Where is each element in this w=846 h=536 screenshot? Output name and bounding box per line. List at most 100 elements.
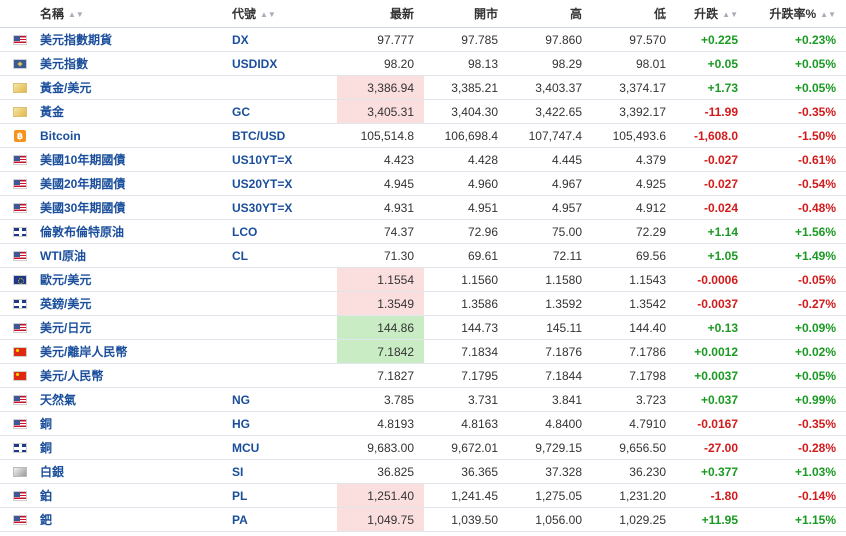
open-price: 1.1560 [424,267,508,292]
uk-flag-icon [13,227,27,238]
flag-cell [0,243,40,268]
flag-cell [0,171,40,196]
last-price: 7.1827 [337,363,424,388]
instrument-code[interactable]: NG [232,387,337,412]
instrument-name[interactable]: 美國20年期國債 [40,171,232,196]
sort-icon[interactable]: ▲▼ [722,10,738,19]
change-value: +0.05 [676,51,748,76]
change-value: +1.05 [676,243,748,268]
high-price: 3.841 [508,387,592,412]
change-value: -0.0167 [676,411,748,436]
last-price: 98.20 [337,51,424,76]
instrument-name[interactable]: 英鎊/美元 [40,291,232,316]
last-price: 1,251.40 [337,483,424,508]
table-row[interactable]: 美元/人民幣 7.1827 7.1795 7.1844 7.1798 +0.0037 +0.… [0,363,846,388]
instrument-name[interactable]: 美元指數 [40,51,232,76]
instrument-name[interactable]: 美元/日元 [40,315,232,340]
instrument-name[interactable]: 鈀 [40,507,232,532]
instrument-name[interactable]: 銅 [40,435,232,460]
instrument-code[interactable]: SI [232,459,337,484]
table-row[interactable]: 美元/離岸人民幣 7.1842 7.1834 7.1876 7.1786 +0.0012 +… [0,339,846,364]
instrument-code[interactable]: DX [232,27,337,52]
table-row[interactable]: 美元指數 USDIDX 98.20 98.13 98.29 98.01 +0.05 +0.05… [0,51,846,76]
instrument-name[interactable]: 白銀 [40,459,232,484]
instrument-code[interactable] [232,339,337,364]
silver-icon [13,467,27,478]
instrument-code[interactable]: USDIDX [232,51,337,76]
flag-header [0,0,40,28]
instrument-name[interactable]: WTI原油 [40,243,232,268]
header-change-pct[interactable]: 升跌率% ▲▼ [748,0,846,28]
instrument-code[interactable] [232,75,337,100]
instrument-name[interactable]: 銅 [40,411,232,436]
open-price: 1.3586 [424,291,508,316]
sort-icon[interactable]: ▲▼ [260,10,276,19]
instrument-code[interactable] [232,291,337,316]
change-value: +0.037 [676,387,748,412]
instrument-code[interactable]: US20YT=X [232,171,337,196]
instrument-code[interactable]: LCO [232,219,337,244]
sort-icon[interactable]: ▲▼ [68,10,84,19]
instrument-code[interactable]: PL [232,483,337,508]
instrument-code[interactable]: MCU [232,435,337,460]
instrument-code[interactable]: PA [232,507,337,532]
table-row[interactable]: 美國10年期國債 US10YT=X 4.423 4.428 4.445 4.379 -0.0… [0,147,846,172]
instrument-name[interactable]: 歐元/美元 [40,267,232,292]
change-percent: +0.05% [748,75,846,100]
instrument-code[interactable]: HG [232,411,337,436]
table-row[interactable]: WTI原油 CL 71.30 69.61 72.11 69.56 +1.05 +1.49% [0,243,846,268]
instrument-code[interactable] [232,267,337,292]
table-row[interactable]: 美元/日元 144.86 144.73 145.11 144.40 +0.13 +0.09% [0,315,846,340]
us-flag-icon [13,155,27,166]
header-high[interactable]: 高 [508,0,592,28]
instrument-name[interactable]: 美元/離岸人民幣 [40,339,232,364]
table-row[interactable]: 倫敦布倫特原油 LCO 74.37 72.96 75.00 72.29 +1.14 +1.56… [0,219,846,244]
open-price: 4.951 [424,195,508,220]
sort-icon[interactable]: ▲▼ [820,10,836,19]
instrument-name[interactable]: 美元/人民幣 [40,363,232,388]
us-flag-icon [13,251,27,262]
table-row[interactable]: 鈀 PA 1,049.75 1,039.50 1,056.00 1,029.25 +11.9… [0,507,846,532]
instrument-code[interactable]: US30YT=X [232,195,337,220]
flag-cell [0,387,40,412]
header-low[interactable]: 低 [592,0,676,28]
header-name[interactable]: 名稱 ▲▼ [40,0,232,28]
instrument-name[interactable]: 黃金/美元 [40,75,232,100]
instrument-name[interactable]: 鉑 [40,483,232,508]
instrument-name[interactable]: 美元指數期貨 [40,27,232,52]
open-price: 4.428 [424,147,508,172]
instrument-name[interactable]: 天然氣 [40,387,232,412]
table-row[interactable]: 黃金/美元 3,386.94 3,385.21 3,403.37 3,374.17 +1.… [0,75,846,100]
instrument-code[interactable]: BTC/USD [232,123,337,148]
instrument-code[interactable] [232,363,337,388]
instrument-code[interactable]: US10YT=X [232,147,337,172]
table-row[interactable]: 美元指數期貨 DX 97.777 97.785 97.860 97.570 +0.225 +0… [0,27,846,52]
change-value: +0.377 [676,459,748,484]
table-row[interactable]: 白銀 SI 36.825 36.365 37.328 36.230 +0.377 +1.03% [0,459,846,484]
header-last[interactable]: 最新 [337,0,424,28]
table-row[interactable]: 英鎊/美元 1.3549 1.3586 1.3592 1.3542 -0.0037 -0.2… [0,291,846,316]
instrument-code[interactable] [232,315,337,340]
high-price: 7.1876 [508,339,592,364]
instrument-code[interactable]: GC [232,99,337,124]
table-row[interactable]: 歐元/美元 1.1554 1.1560 1.1580 1.1543 -0.0006 -0.0… [0,267,846,292]
instrument-name[interactable]: Bitcoin [40,123,232,148]
table-row[interactable]: 天然氣 NG 3.785 3.731 3.841 3.723 +0.037 +0.99% [0,387,846,412]
table-row[interactable]: 美國30年期國債 US30YT=X 4.931 4.951 4.957 4.912 -0.0… [0,195,846,220]
header-open[interactable]: 開市 [424,0,508,28]
table-row[interactable]: 銅 MCU 9,683.00 9,672.01 9,729.15 9,656.50 -27.… [0,435,846,460]
table-row[interactable]: 鉑 PL 1,251.40 1,241.45 1,275.05 1,231.20 -1.80… [0,483,846,508]
instrument-name[interactable]: 倫敦布倫特原油 [40,219,232,244]
table-row[interactable]: 黃金 GC 3,405.31 3,404.30 3,422.65 3,392.17 -11.… [0,99,846,124]
header-code[interactable]: 代號 ▲▼ [232,0,337,28]
change-percent: -0.35% [748,99,846,124]
instrument-name[interactable]: 美國10年期國債 [40,147,232,172]
high-price: 75.00 [508,219,592,244]
header-change[interactable]: 升跌 ▲▼ [676,0,748,28]
table-row[interactable]: 美國20年期國債 US20YT=X 4.945 4.960 4.967 4.925 -0.0… [0,171,846,196]
table-row[interactable]: ฿ Bitcoin BTC/USD 105,514.8 106,698.4 107,747… [0,123,846,148]
instrument-name[interactable]: 黃金 [40,99,232,124]
table-row[interactable]: 銅 HG 4.8193 4.8163 4.8400 4.7910 -0.0167 -0.35% [0,411,846,436]
instrument-code[interactable]: CL [232,243,337,268]
instrument-name[interactable]: 美國30年期國債 [40,195,232,220]
